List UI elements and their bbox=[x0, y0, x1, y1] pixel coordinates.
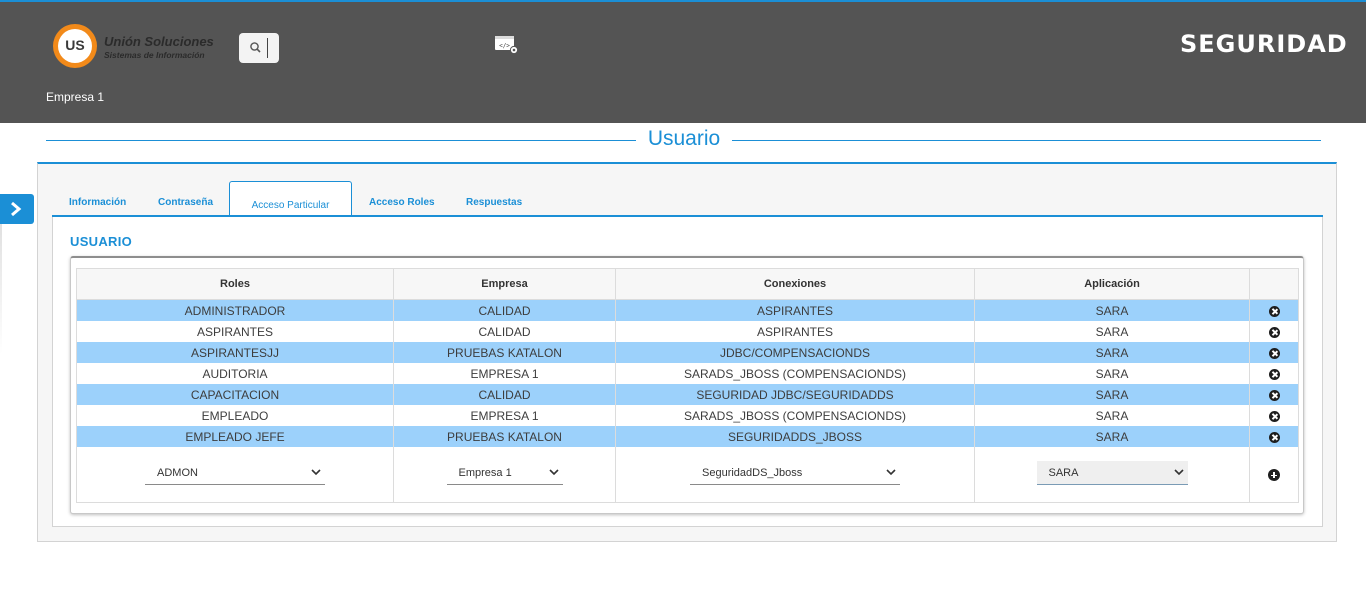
delete-icon[interactable] bbox=[1268, 368, 1280, 380]
chevron-down-icon bbox=[311, 469, 321, 476]
cell-aplicacion: SARA bbox=[974, 384, 1250, 405]
access-table: Roles Empresa Conexiones Aplicación ADMI… bbox=[76, 268, 1299, 503]
tab-acceso-roles[interactable]: Acceso Roles bbox=[369, 197, 435, 208]
empresa-select[interactable]: Empresa 1 bbox=[446, 461, 563, 485]
column-header-aplicacion[interactable]: Aplicación bbox=[974, 268, 1250, 300]
cell-role: AUDITORIA bbox=[76, 363, 394, 384]
title-divider-right bbox=[732, 140, 1321, 141]
cell-role: EMPLEADO JEFE bbox=[76, 426, 394, 447]
cell-actions bbox=[1249, 299, 1299, 321]
section-title: USUARIO bbox=[70, 234, 133, 249]
add-icon[interactable] bbox=[1268, 469, 1280, 482]
column-header-conexiones[interactable]: Conexiones bbox=[615, 268, 975, 300]
brand-logo: SEGURIDAD bbox=[1180, 30, 1348, 58]
title-divider-left bbox=[46, 140, 636, 141]
cell-conexion: JDBC/COMPENSACIONDS bbox=[615, 342, 975, 363]
cell-empresa: CALIDAD bbox=[393, 384, 616, 405]
column-header-roles[interactable]: Roles bbox=[76, 268, 394, 300]
cell-actions bbox=[1249, 384, 1299, 405]
delete-icon[interactable] bbox=[1268, 326, 1280, 338]
new-access-row: ADMON Empresa 1 SeguridadDS_Jboss SARA bbox=[76, 447, 1299, 503]
company-logo[interactable]: US Unión Soluciones Sistemas de Informac… bbox=[53, 24, 223, 70]
cell-conexion: ASPIRANTES bbox=[615, 299, 975, 321]
cell-actions bbox=[1249, 321, 1299, 342]
cell-empresa: PRUEBAS KATALON bbox=[393, 426, 616, 447]
table-row: CAPACITACION CALIDAD SEGURIDAD JDBC/SEGU… bbox=[76, 384, 1299, 405]
table-row: ASPIRANTES CALIDAD ASPIRANTES SARA bbox=[76, 321, 1299, 342]
tab-acceso-particular-label: Acceso Particular bbox=[251, 200, 330, 211]
chevron-right-icon bbox=[11, 201, 22, 217]
cell-conexion: SARADS_JBOSS (COMPENSACIONDS) bbox=[615, 405, 975, 426]
delete-icon[interactable] bbox=[1268, 410, 1280, 422]
cell-role: ASPIRANTES bbox=[76, 321, 394, 342]
cell-conexion: SEGURIDAD JDBC/SEGURIDADDS bbox=[615, 384, 975, 405]
search-button[interactable] bbox=[239, 33, 279, 63]
delete-icon[interactable] bbox=[1268, 389, 1280, 401]
cell-conexion: ASPIRANTES bbox=[615, 321, 975, 342]
svg-text:</>: </> bbox=[499, 43, 510, 50]
cell-conexion: SARADS_JBOSS (COMPENSACIONDS) bbox=[615, 363, 975, 384]
chevron-down-icon bbox=[1173, 469, 1184, 476]
delete-icon[interactable] bbox=[1268, 431, 1280, 443]
column-header-empresa[interactable]: Empresa bbox=[393, 268, 616, 300]
role-select[interactable]: ADMON bbox=[145, 461, 325, 485]
table-header-row: Roles Empresa Conexiones Aplicación bbox=[76, 268, 1299, 300]
tab-informacion[interactable]: Información bbox=[69, 197, 126, 208]
cell-aplicacion: SARA bbox=[974, 342, 1250, 363]
cell-aplicacion: SARA bbox=[974, 299, 1250, 321]
tab-respuestas[interactable]: Respuestas bbox=[466, 197, 522, 208]
company-name: Empresa 1 bbox=[46, 90, 105, 104]
cell-aplicacion: SARA bbox=[974, 321, 1250, 342]
cell-empresa: PRUEBAS KATALON bbox=[393, 342, 616, 363]
code-settings-icon[interactable]: </> bbox=[494, 35, 520, 55]
chevron-down-icon bbox=[886, 469, 896, 476]
table-row: EMPLEADO JEFE PRUEBAS KATALON SEGURIDADD… bbox=[76, 426, 1299, 447]
sidebar-edge bbox=[0, 224, 2, 354]
cell-actions bbox=[1249, 363, 1299, 384]
cell-role: EMPLEADO bbox=[76, 405, 394, 426]
cell-role: ADMINISTRADOR bbox=[76, 299, 394, 321]
cell-actions bbox=[1249, 342, 1299, 363]
text-caret bbox=[267, 38, 268, 58]
delete-icon[interactable] bbox=[1268, 347, 1280, 359]
table-row: AUDITORIA EMPRESA 1 SARADS_JBOSS (COMPEN… bbox=[76, 363, 1299, 384]
table-row: ADMINISTRADOR CALIDAD ASPIRANTES SARA bbox=[76, 299, 1299, 321]
search-icon bbox=[250, 42, 261, 53]
table-row: EMPLEADO EMPRESA 1 SARADS_JBOSS (COMPENS… bbox=[76, 405, 1299, 426]
table-row: ASPIRANTESJJ PRUEBAS KATALON JDBC/COMPEN… bbox=[76, 342, 1299, 363]
conexion-select[interactable]: SeguridadDS_Jboss bbox=[690, 461, 900, 485]
delete-icon[interactable] bbox=[1268, 305, 1280, 317]
logo-mark: US bbox=[53, 24, 97, 68]
cell-empresa: EMPRESA 1 bbox=[393, 405, 616, 426]
chevron-down-icon bbox=[548, 469, 559, 476]
tab-acceso-particular[interactable]: Acceso Particular bbox=[229, 181, 352, 218]
cell-aplicacion: SARA bbox=[974, 363, 1250, 384]
logo-subtitle: Sistemas de Información bbox=[104, 50, 205, 60]
page-title: Usuario bbox=[647, 127, 721, 150]
aplicacion-select[interactable]: SARA bbox=[1036, 461, 1188, 485]
cell-role: CAPACITACION bbox=[76, 384, 394, 405]
cell-aplicacion: SARA bbox=[974, 426, 1250, 447]
column-header-actions bbox=[1249, 268, 1299, 300]
top-header: US Unión Soluciones Sistemas de Informac… bbox=[0, 0, 1366, 123]
cell-empresa: CALIDAD bbox=[393, 299, 616, 321]
cell-actions bbox=[1249, 405, 1299, 426]
cell-aplicacion: SARA bbox=[974, 405, 1250, 426]
cell-conexion: SEGURIDADDS_JBOSS bbox=[615, 426, 975, 447]
sidebar-toggle-button[interactable] bbox=[0, 194, 34, 224]
tab-contrasena[interactable]: Contraseña bbox=[158, 197, 213, 208]
cell-actions bbox=[1249, 426, 1299, 447]
logo-title: Unión Soluciones bbox=[104, 34, 214, 49]
cell-empresa: EMPRESA 1 bbox=[393, 363, 616, 384]
cell-role: ASPIRANTESJJ bbox=[76, 342, 394, 363]
cell-empresa: CALIDAD bbox=[393, 321, 616, 342]
